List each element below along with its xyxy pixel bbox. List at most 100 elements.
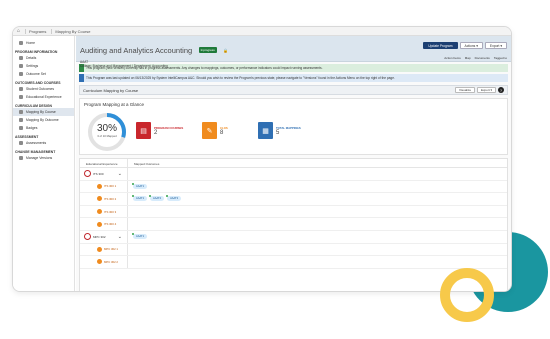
sidebar-section-header: ASSESSMENT	[15, 135, 39, 139]
map-link[interactable]: Map	[465, 56, 471, 60]
row-label: ITS 300 2	[104, 196, 117, 201]
sidebar-item[interactable]: Badges	[13, 124, 74, 132]
sidebar-item-label: Educational Experience	[26, 95, 62, 99]
sidebar-item[interactable]: Details	[13, 54, 74, 62]
list-icon	[19, 72, 23, 76]
panel-header: Curriculum Mapping by Course Visualize E…	[79, 85, 508, 95]
home-icon	[19, 41, 23, 45]
sidebar-item[interactable]: Educational Experience	[13, 93, 74, 101]
chevron-down-icon[interactable]: ⌄	[118, 171, 122, 177]
sidebar-item-label: Badges	[26, 126, 38, 130]
stat-value: 2	[154, 129, 158, 136]
stat-label: PROGRAM COURSES	[154, 125, 184, 130]
sidebar-item-label: Mapping By Outcome	[26, 118, 59, 122]
stat-value: 8	[220, 129, 224, 136]
program-course-item[interactable]: ITS 300	[80, 170, 104, 178]
clo-icon	[97, 259, 102, 265]
sidebar-item[interactable]: Home	[13, 39, 74, 47]
clo-item[interactable]: ITS 300 4	[80, 221, 116, 227]
program-course-item[interactable]: MPC 302	[80, 233, 106, 241]
sidebar-item[interactable]: Assessments	[13, 139, 74, 147]
sidebar-item[interactable]: Student Outcomes	[13, 85, 74, 93]
stat-program-courses: ▤ PROGRAM COURSES 2	[136, 122, 183, 139]
decorative-yellow-ring	[440, 268, 494, 322]
action-items-link[interactable]: Action Items	[444, 56, 461, 60]
tagged-to-link[interactable]: Tagged to	[494, 56, 507, 60]
panel-export-button[interactable]: Export ▾	[476, 87, 496, 93]
sidebar-item[interactable]: Mapping By Course	[13, 108, 74, 116]
table-header: Educational Experience Mapped Outcomes	[80, 159, 507, 168]
row-label: MPC 302 2	[104, 259, 118, 264]
sidebar-item[interactable]: Manage Versions	[13, 154, 74, 162]
sidebar-item-label: Outcome Set	[26, 72, 46, 76]
outcome-tag[interactable]: AAAT1	[131, 182, 148, 189]
sidebar-section-header: PROGRAM INFORMATION	[15, 50, 58, 54]
update-program-button[interactable]: Update Program	[423, 42, 458, 49]
sidebar-item-label: Student Outcomes	[26, 87, 55, 91]
map-icon	[19, 118, 23, 122]
sidebar-item[interactable]: Settings	[13, 62, 74, 70]
experience-cell: MPC 302 1	[80, 243, 128, 256]
mapped-outcomes-cell	[128, 168, 507, 180]
stat-label: CLOS	[220, 125, 228, 130]
last-updated-alert: This Program was last updated on 06/13/2…	[79, 74, 508, 82]
info-icon	[19, 56, 23, 60]
table-row: ITS 300 1 AAAT1	[80, 180, 507, 194]
table-row: ITS 300 2 AAAT1 AAAT2 AAAT3	[80, 193, 507, 206]
map-icon	[19, 110, 23, 114]
table-row: ITS 300 4	[80, 218, 507, 231]
row-label: MPC 302	[93, 234, 106, 239]
mapping-table: Educational Experience Mapped Outcomes I…	[79, 158, 508, 291]
export-button[interactable]: Export ▾	[484, 42, 507, 49]
experience-cell: ITS 300 ⌄	[80, 168, 128, 180]
column-header: Educational Experience	[80, 159, 128, 167]
sidebar: Home PROGRAM INFORMATION Details Settings Ou…	[13, 36, 75, 291]
map-icon: ▦	[258, 122, 273, 139]
row-label: ITS 300	[93, 171, 104, 176]
table-row: MPC 302 1	[80, 243, 507, 257]
donut-percent: 30%	[96, 123, 117, 134]
table-row: MPC 302 ⌄ AAAT1	[80, 230, 507, 244]
outcome-tag[interactable]: AAAT2	[149, 195, 165, 202]
outcome-tag[interactable]: AAAT1	[131, 233, 148, 240]
experience-cell: MPC 302 2	[80, 256, 128, 268]
help-icon[interactable]: ?	[498, 87, 504, 93]
outcome-tag[interactable]: AAAT3	[166, 195, 182, 202]
documents-link[interactable]: Documents	[475, 56, 490, 60]
donut-mapped-text: 3 of 10 Mapped	[97, 134, 117, 138]
sidebar-section-header: CURRICULUM DESIGN	[15, 104, 52, 108]
clo-item[interactable]: MPC 302 1	[80, 246, 118, 252]
program-header: Auditing and Analytics Accounting Inprog…	[76, 36, 511, 68]
outcome-tag[interactable]: AAAT1	[131, 195, 148, 202]
breadcrumb-item[interactable]: Programs	[25, 28, 49, 34]
experience-cell: ITS 300 4	[80, 218, 128, 230]
table-row: ITS 300 3	[80, 205, 507, 219]
experience-cell: MPC 302 ⌄	[80, 230, 128, 243]
mapped-outcomes-cell: AAAT1	[128, 231, 507, 243]
clo-item[interactable]: ITS 300 3	[80, 209, 116, 215]
clo-item[interactable]: ITS 300 2	[80, 196, 117, 202]
chevron-down-icon[interactable]: ⌄	[118, 234, 122, 240]
sidebar-item-label: Details	[26, 56, 37, 60]
check-icon	[19, 141, 23, 145]
book-icon	[19, 95, 23, 99]
sidebar-item[interactable]: Mapping By Outcome	[13, 116, 74, 124]
mapping-glance-card: Program Mapping at a Glance 30% 3 of 10 …	[79, 98, 508, 155]
stat-label: TOTAL MAPPINGS	[276, 125, 301, 130]
clo-item[interactable]: ITS 300 1	[80, 183, 116, 189]
experience-cell: ITS 300 3	[80, 205, 128, 218]
sidebar-item[interactable]: Outcome Set	[13, 70, 74, 78]
mapped-outcomes-cell	[128, 244, 507, 256]
home-icon[interactable]: ⌂	[17, 28, 23, 34]
clo-icon	[97, 183, 102, 189]
visualize-button[interactable]: Visualize	[455, 87, 475, 93]
breadcrumb-item: Mapping By Course	[51, 28, 93, 34]
experience-cell: ITS 300 2	[80, 193, 128, 205]
experience-cell: ITS 300 1	[80, 180, 128, 193]
actions-button[interactable]: Actions ▾	[459, 42, 483, 49]
table-row: ITS 300 ⌄	[80, 168, 507, 181]
table-row: MPC 302 2	[80, 256, 507, 269]
gear-icon	[19, 64, 23, 68]
badge-icon	[19, 126, 23, 130]
clo-item[interactable]: MPC 302 2	[80, 259, 118, 265]
